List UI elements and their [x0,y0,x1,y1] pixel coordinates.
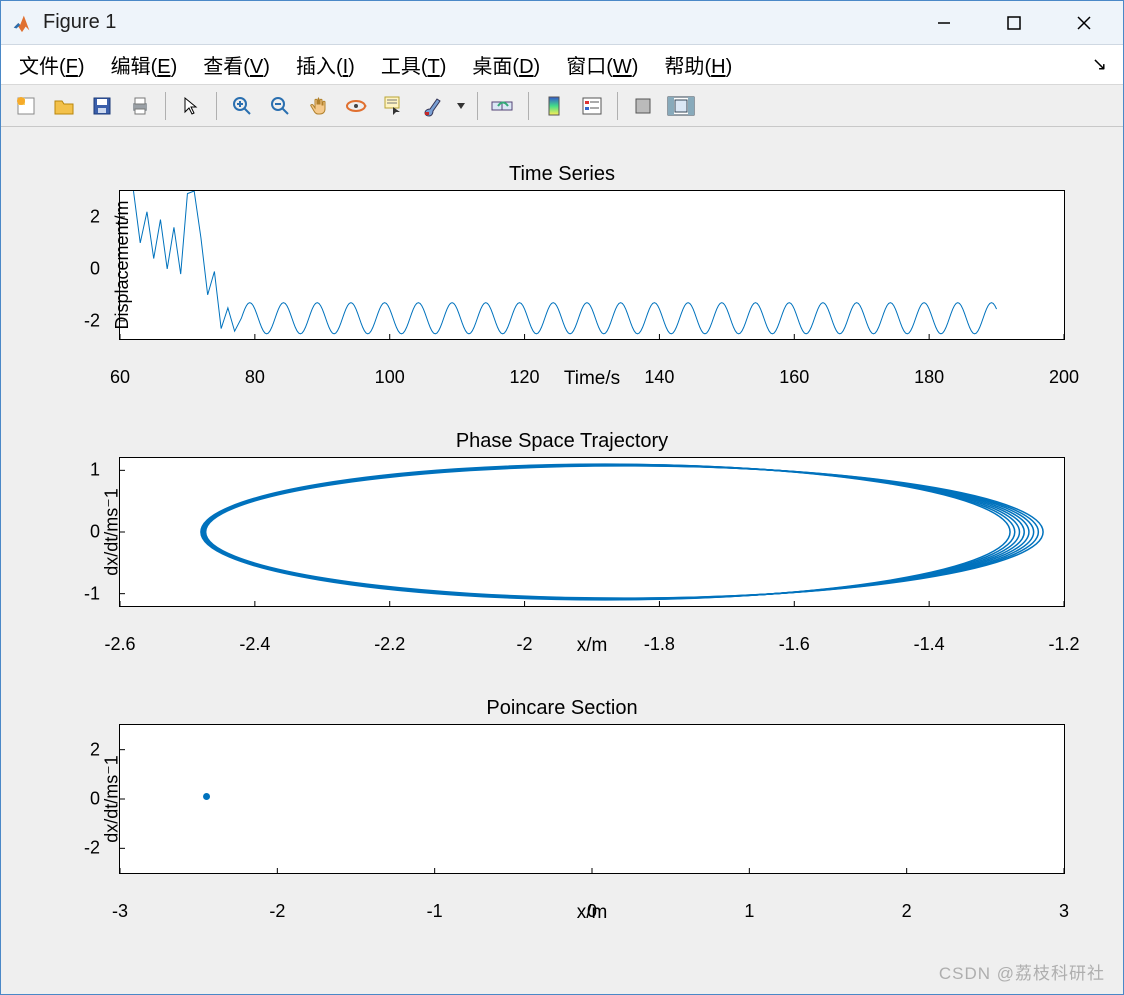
matlab-icon [11,12,33,34]
menu-insert[interactable]: 插入(I) [286,48,365,81]
hide-tools-icon[interactable] [626,90,660,122]
maximize-button[interactable] [979,1,1049,44]
plot3-title: Poincare Section [31,697,1093,720]
legend-icon[interactable] [575,90,609,122]
plot1-axes[interactable]: Displacement/m -202 60801001201401601802… [119,190,1065,340]
pointer-icon[interactable] [174,90,208,122]
dock-arrow-icon[interactable]: ↘ [1084,52,1115,77]
toolbar [1,85,1123,127]
plot3-axes[interactable]: dx/dt/ms⁻1 -202 -3-2-10123 [119,724,1065,874]
plot3-ylabel: dx/dt/ms⁻1 [101,755,122,843]
menu-help[interactable]: 帮助(H) [654,48,742,81]
menu-file[interactable]: 文件(F) [9,48,95,81]
time-series-line [133,191,996,334]
menu-view[interactable]: 查看(V) [193,48,280,81]
plot2-title: Phase Space Trajectory [31,430,1093,453]
window-controls [909,1,1119,44]
open-icon[interactable] [47,90,81,122]
menu-bar: 文件(F) 编辑(E) 查看(V) 插入(I) 工具(T) 桌面(D) 窗口(W… [1,45,1123,85]
poincare-point [203,793,210,800]
plot2-axes[interactable]: dx/dt/ms⁻1 -101 -2.6-2.4-2.2-2-1.8-1.6-1… [119,457,1065,607]
close-button[interactable] [1049,1,1119,44]
plot1-ylabel: Displacement/m [112,200,133,329]
subplot-time-series: Time Series Displacement/m -202 60801001… [31,163,1093,390]
subplot-poincare: Poincare Section dx/dt/ms⁻1 -202 -3-2-10… [31,697,1093,924]
new-figure-icon[interactable] [9,90,43,122]
zoom-out-icon[interactable] [263,90,297,122]
brush-dropdown-icon[interactable] [453,90,469,122]
colorbar-icon[interactable] [537,90,571,122]
minimize-button[interactable] [909,1,979,44]
menu-desktop[interactable]: 桌面(D) [462,48,550,81]
print-icon[interactable] [123,90,157,122]
pan-icon[interactable] [301,90,335,122]
title-bar: Figure 1 [1,1,1123,45]
figure-area: Time Series Displacement/m -202 60801001… [1,127,1123,994]
rotate-3d-icon[interactable] [339,90,373,122]
figure-window: Figure 1 文件(F) 编辑(E) 查看(V) 插入(I) 工具(T) 桌… [0,0,1124,995]
data-cursor-icon[interactable] [377,90,411,122]
link-plots-icon[interactable] [486,90,520,122]
zoom-in-icon[interactable] [225,90,259,122]
subplot-phase-space: Phase Space Trajectory dx/dt/ms⁻1 -101 -… [31,430,1093,657]
plot2-ylabel: dx/dt/ms⁻1 [101,488,122,576]
menu-tools[interactable]: 工具(T) [371,48,457,81]
plot1-title: Time Series [31,163,1093,186]
menu-window[interactable]: 窗口(W) [556,48,648,81]
save-icon[interactable] [85,90,119,122]
watermark-text: CSDN @荔枝科研社 [939,959,1105,984]
brush-icon[interactable] [415,90,449,122]
show-plot-tools-icon[interactable] [664,90,698,122]
menu-edit[interactable]: 编辑(E) [101,48,188,81]
window-title: Figure 1 [43,11,116,34]
